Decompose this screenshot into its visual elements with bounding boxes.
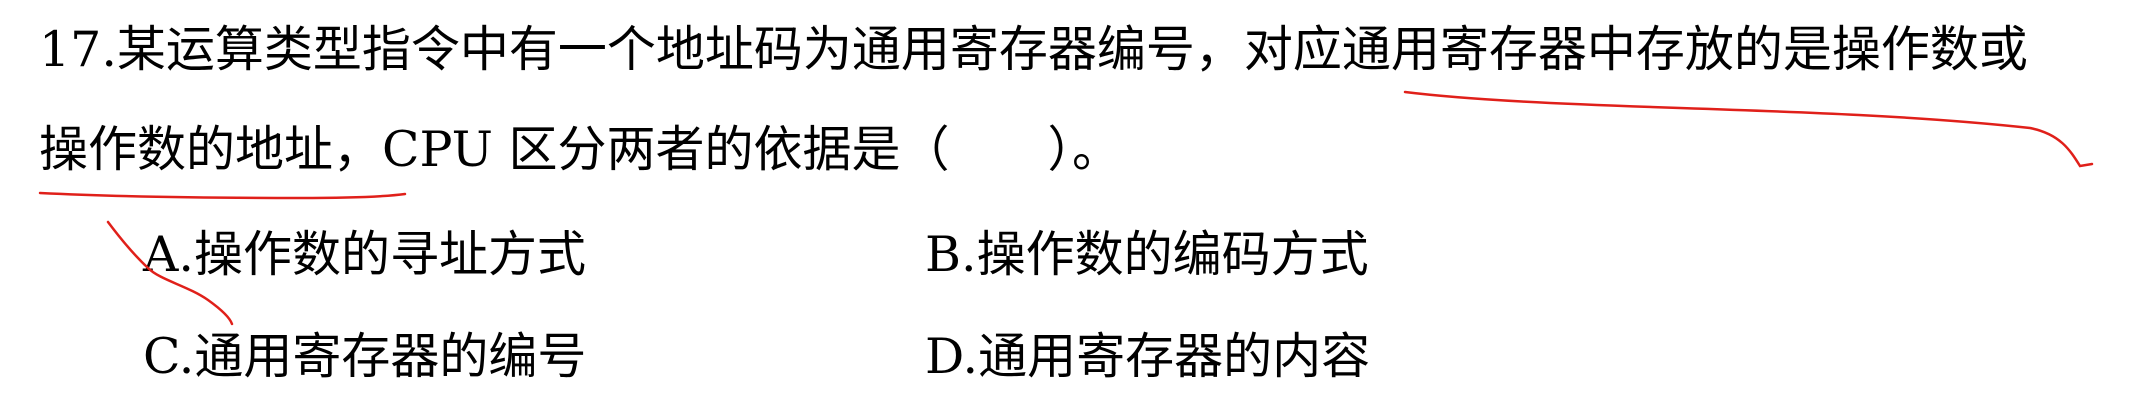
underline-line-2-mark — [38, 191, 407, 200]
option-a: A.操作数的寻址方式 — [143, 226, 586, 283]
option-d: D.通用寄存器的内容 — [925, 328, 1371, 385]
option-b: B.操作数的编码方式 — [925, 226, 1369, 283]
question-text-line-1: 17.某运算类型指令中有一个地址码为通用寄存器编号，对应通用寄存器中存放的是操作… — [39, 21, 2028, 78]
question-text-line-2: 操作数的地址，CPU 区分两者的依据是（ ）。 — [39, 121, 1121, 178]
option-c: C.通用寄存器的编号 — [143, 328, 587, 385]
underline-line-1-mark — [1403, 90, 2094, 168]
